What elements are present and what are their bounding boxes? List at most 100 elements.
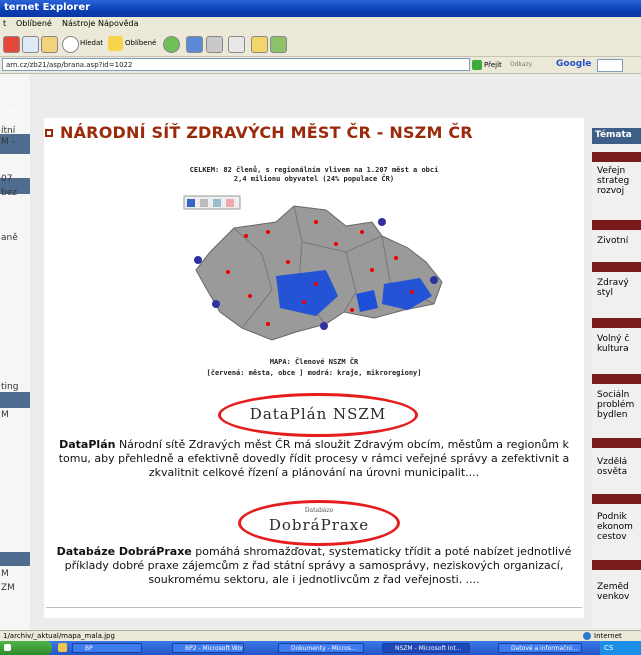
dataplan-description: DataPlán Národní sítě Zdravých měst ČR m… (46, 438, 582, 480)
map-member-city[interactable] (302, 300, 306, 304)
map-member-city[interactable] (334, 242, 338, 246)
map-member-city[interactable] (314, 282, 318, 286)
dobrapraxe-logo[interactable]: DobráPraxe (240, 516, 398, 534)
left-snippet[interactable]: aně (1, 233, 18, 244)
mail-icon[interactable] (186, 36, 203, 53)
map-member-city[interactable] (350, 308, 354, 312)
map-member-city[interactable] (286, 260, 290, 264)
folder-icon[interactable] (251, 36, 268, 53)
language-indicator[interactable]: CS (604, 644, 613, 652)
stats-line: 2,4 milionu obyvatel (24% populace ČR) (233, 175, 395, 183)
left-snippet[interactable]: M (1, 410, 9, 421)
left-snippet[interactable]: ting (1, 382, 18, 393)
topic-separator (592, 220, 641, 230)
left-snippet[interactable]: M (1, 569, 9, 580)
topic-separator (592, 438, 641, 448)
window-title-bar: ternet Explorer (0, 0, 641, 17)
taskbar-button[interactable]: BP (72, 643, 142, 653)
topic-link[interactable]: Sociáln problém bydlen (597, 390, 641, 420)
go-label[interactable]: Přejít (484, 61, 502, 69)
topic-link[interactable]: Veřejn strateg rozvoj (597, 166, 641, 196)
left-snippet[interactable]: M - (1, 137, 15, 148)
home-icon[interactable] (41, 36, 58, 53)
links-label[interactable]: Odkazy (510, 61, 532, 68)
map-microregion[interactable] (430, 276, 438, 284)
map-member-region[interactable] (356, 290, 378, 312)
left-snippet[interactable]: ítní (1, 126, 15, 137)
taskbar-button[interactable]: NSZM - Microsoft Int... (382, 643, 470, 653)
start-button[interactable] (0, 641, 52, 655)
topic-separator (592, 560, 641, 570)
left-snippet[interactable]: ZM (1, 583, 15, 594)
refresh-icon[interactable] (22, 36, 39, 53)
mail-icon[interactable] (213, 199, 221, 207)
topic-link[interactable]: Zeměd venkov (597, 582, 641, 602)
map-microregion[interactable] (212, 300, 220, 308)
topic-separator (592, 494, 641, 504)
address-input[interactable]: arn.cz/zb21/asp/brana.asp?id=1022 (2, 58, 470, 71)
left-snippet: e (10, 107, 16, 117)
taskbar-button[interactable]: BP2 - Microsoft Word (172, 643, 244, 653)
map-microregion[interactable] (320, 322, 328, 330)
map-microregion[interactable] (194, 256, 202, 264)
topic-link[interactable]: Volný č kultura (597, 334, 641, 354)
view-icon[interactable] (226, 199, 234, 207)
toolbar: Hledat Oblíbené (0, 32, 641, 57)
menu-item-favorites[interactable]: Oblíbené (16, 19, 52, 28)
print-icon[interactable] (206, 36, 223, 53)
quicklaunch-icon[interactable] (58, 643, 67, 652)
map-member-city[interactable] (314, 220, 318, 224)
windows-logo-icon (4, 644, 11, 651)
map-member-city[interactable] (244, 234, 248, 238)
title-bullet-icon (45, 129, 53, 137)
google-search-input[interactable] (597, 59, 623, 72)
left-snippet[interactable]: 07 (1, 174, 12, 185)
map-member-city[interactable] (248, 294, 252, 298)
map-member-city[interactable] (226, 270, 230, 274)
topic-link[interactable]: Životní (597, 236, 641, 246)
save-icon[interactable] (187, 199, 195, 207)
dobrapraxe-description: Databáze DobráPraxe pomáhá shromažďovat,… (46, 545, 582, 587)
dataplan-name[interactable]: DataPlán (59, 438, 115, 451)
zone-label: Internet (594, 632, 622, 640)
system-tray: CS (600, 641, 641, 655)
history-icon[interactable] (163, 36, 180, 53)
topics-header-label: Témata (595, 130, 632, 140)
dataplan-logo[interactable]: DataPlán NSZM (230, 405, 406, 423)
topic-link[interactable]: Vzdělá osvěta (597, 457, 641, 477)
topic-link[interactable]: Podnik ekonom cestov (597, 512, 641, 542)
menu-item-help[interactable]: Nápověda (98, 19, 139, 28)
map-member-city[interactable] (370, 268, 374, 272)
go-icon[interactable] (472, 60, 482, 70)
left-snippet[interactable]: bez (1, 188, 17, 199)
favorites-star-icon[interactable] (108, 36, 123, 51)
map-member-city[interactable] (410, 290, 414, 294)
menu-item-tools[interactable]: Nástroje (62, 19, 95, 28)
taskbar-button[interactable]: Dokumenty - Micros... (278, 643, 364, 653)
search-icon[interactable] (62, 36, 79, 53)
print-icon[interactable] (200, 199, 208, 207)
map-member-city[interactable] (266, 322, 270, 326)
stop-icon[interactable] (3, 36, 20, 53)
nszm-member-map[interactable] (176, 192, 446, 344)
window-title: ternet Explorer (4, 2, 91, 13)
taskbar-button[interactable]: Datové a informační... (498, 643, 582, 653)
messenger-icon[interactable] (270, 36, 287, 53)
favorites-label[interactable]: Oblíbené (125, 39, 156, 47)
left-sidebar (0, 74, 30, 630)
left-sidebar-block (0, 552, 30, 566)
edit-icon[interactable] (228, 36, 245, 53)
dobrapraxe-name[interactable]: Databáze DobráPraxe (57, 545, 192, 558)
databaze-small-label: Databáze (304, 507, 334, 514)
map-member-city[interactable] (394, 256, 398, 260)
topic-separator (592, 374, 641, 384)
map-microregion[interactable] (378, 218, 386, 226)
search-label[interactable]: Hledat (80, 39, 103, 47)
map-member-city[interactable] (360, 230, 364, 234)
map-caption: [červená: města, obce ] modrá: kraje, mi… (206, 369, 422, 377)
topic-link[interactable]: Zdravý styl (597, 278, 641, 298)
google-toolbar-label[interactable]: Google (556, 59, 591, 69)
divider (46, 607, 582, 608)
menu-item-view[interactable]: t (3, 19, 6, 28)
map-member-city[interactable] (266, 230, 270, 234)
